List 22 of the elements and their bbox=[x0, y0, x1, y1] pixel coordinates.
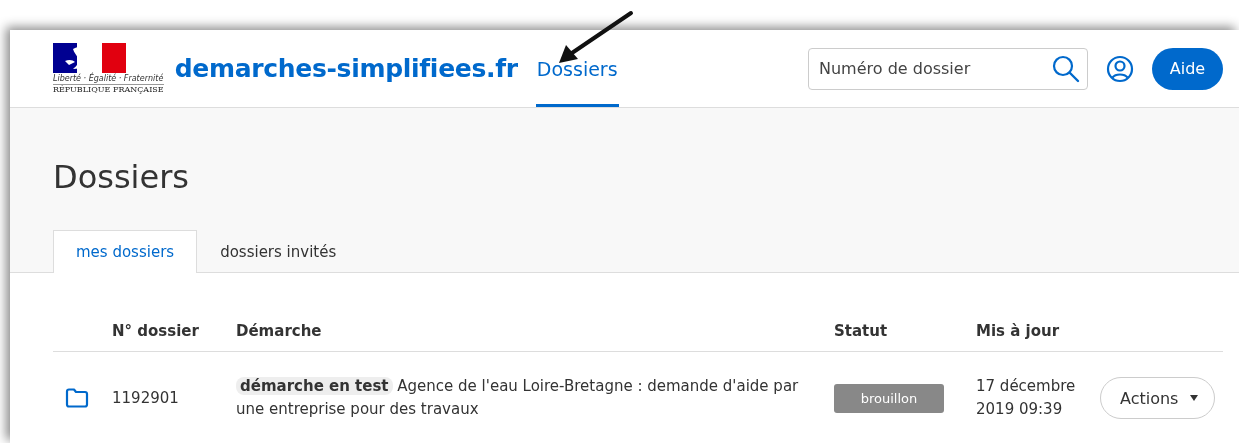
column-header: Statut bbox=[834, 322, 889, 340]
help-button[interactable]: Aide bbox=[1152, 47, 1223, 90]
status-badge: brouillon bbox=[834, 383, 944, 413]
folder-icon[interactable] bbox=[65, 388, 89, 408]
column-header: Démarche bbox=[236, 322, 323, 340]
search-field[interactable]: Numéro de dossier bbox=[808, 47, 1088, 90]
column-header: N° dossier bbox=[112, 322, 200, 340]
column-header: Mis à jour bbox=[976, 322, 1061, 340]
search-icon[interactable] bbox=[1052, 54, 1080, 83]
tab[interactable]: dossiers invités bbox=[197, 230, 360, 272]
caret-icon bbox=[1190, 395, 1199, 401]
site-title[interactable]: demarches-simplifiees.fr bbox=[174, 54, 518, 83]
table-cell-text: 17 décembre 2019 09:39 bbox=[976, 376, 1077, 420]
republic-text: RÉPUBLIQUE FRANÇAISE bbox=[53, 83, 164, 95]
table-cell-text: 1192901 bbox=[112, 389, 180, 407]
motto-text: Liberté · Égalité · Fraternité bbox=[53, 73, 164, 84]
page-title: Dossiers bbox=[53, 158, 190, 196]
tag: démarche en test bbox=[236, 377, 393, 395]
tab[interactable]: mes dossiers bbox=[53, 230, 198, 273]
actions-button[interactable]: Actions bbox=[1100, 377, 1216, 419]
table-cell-text: démarche en test Agence de l'eau Loire-Bretagne : demande d'aide par une entreprise pour des travaux bbox=[236, 376, 800, 420]
account-icon[interactable] bbox=[1106, 54, 1134, 83]
